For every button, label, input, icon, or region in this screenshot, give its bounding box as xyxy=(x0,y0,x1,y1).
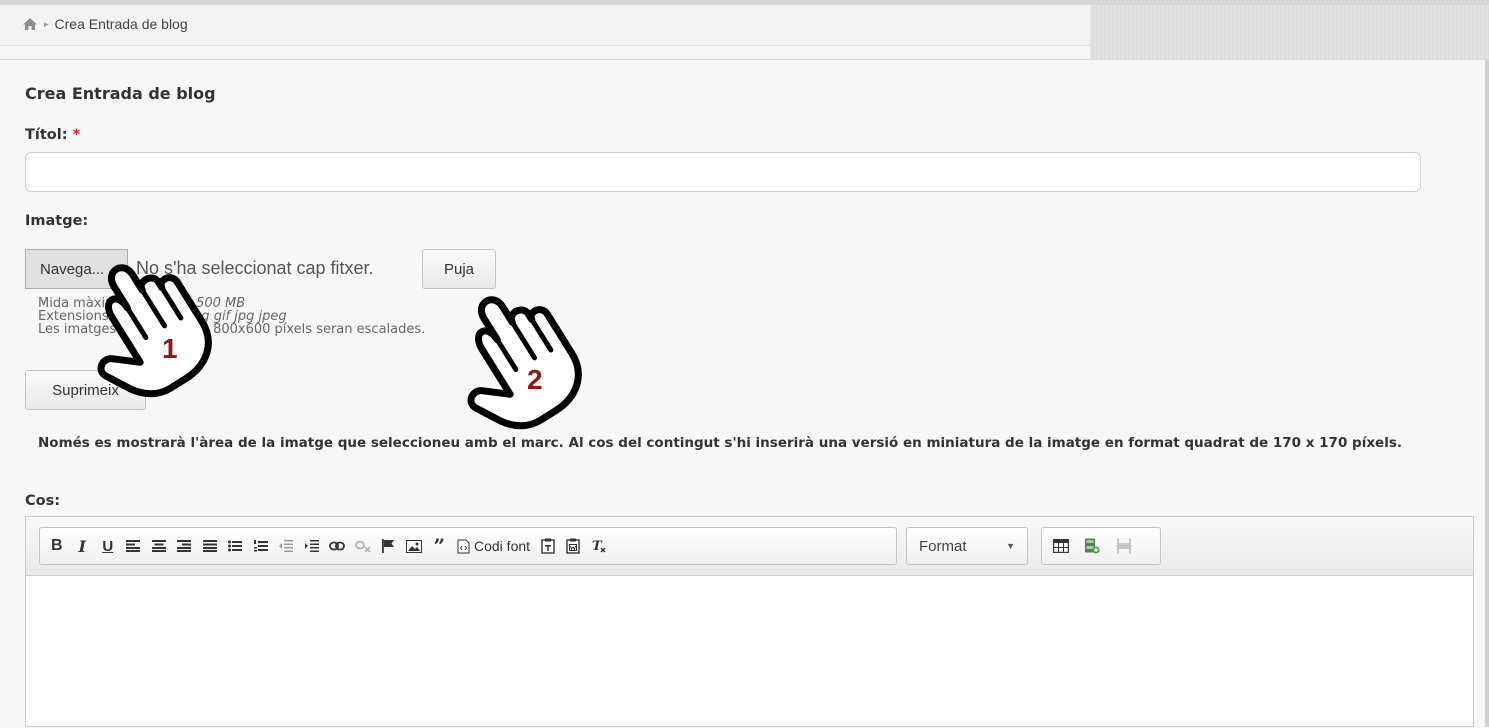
page-title: Crea Entrada de blog xyxy=(25,84,216,103)
hand-2-number: 2 xyxy=(527,364,543,395)
toolbar-insert-group xyxy=(1041,527,1161,565)
editor-body[interactable] xyxy=(26,576,1473,728)
rich-text-editor: B I U ” Codi font T Format ▼ xyxy=(25,516,1474,727)
editor-toolbar: B I U ” Codi font T Format ▼ xyxy=(26,517,1473,576)
page-break-icon[interactable] xyxy=(1111,531,1137,561)
paste-word-icon[interactable] xyxy=(561,531,587,561)
paste-text-icon[interactable] xyxy=(535,531,561,561)
align-right-icon[interactable] xyxy=(172,531,198,561)
anchor-flag-icon[interactable] xyxy=(376,531,402,561)
format-label: Format xyxy=(919,537,967,555)
table-icon[interactable] xyxy=(1048,531,1074,561)
breadcrumb: ▸ Crea Entrada de blog xyxy=(22,16,188,32)
pointing-hand-icon xyxy=(97,264,212,398)
link-icon[interactable] xyxy=(325,531,351,561)
toolbar-main-group: B I U ” Codi font T xyxy=(39,527,897,565)
outdent-icon[interactable] xyxy=(274,531,300,561)
required-mark: * xyxy=(72,127,81,143)
bulleted-list-icon[interactable] xyxy=(223,531,249,561)
body-label: Cos: xyxy=(25,493,61,509)
breadcrumb-current: Crea Entrada de blog xyxy=(54,16,188,32)
page-edge xyxy=(1485,60,1489,727)
source-label: Codi font xyxy=(474,538,531,554)
italic-icon[interactable]: I xyxy=(70,531,96,561)
numbered-list-icon[interactable] xyxy=(248,531,274,561)
header-divider xyxy=(0,59,1489,60)
home-icon[interactable] xyxy=(22,17,38,31)
pointing-hand-icon xyxy=(467,296,582,430)
header-background xyxy=(1090,5,1489,59)
remove-format-icon[interactable]: T xyxy=(586,531,612,561)
crop-notice: Només es mostrarà l'àrea de la imatge qu… xyxy=(38,435,1402,451)
title-input[interactable] xyxy=(25,152,1421,192)
title-label-text: Títol: xyxy=(25,127,68,143)
format-dropdown[interactable]: Format ▼ xyxy=(906,527,1028,565)
bold-icon[interactable]: B xyxy=(44,531,70,561)
indent-icon[interactable] xyxy=(299,531,325,561)
hand-1-number: 1 xyxy=(162,333,178,364)
justify-icon[interactable] xyxy=(197,531,223,561)
image-icon[interactable] xyxy=(401,531,427,561)
title-label: Títol: * xyxy=(25,127,80,143)
breadcrumb-bar: ▸ Crea Entrada de blog xyxy=(0,5,1090,46)
source-icon xyxy=(457,539,470,553)
align-left-icon[interactable] xyxy=(121,531,147,561)
unlink-icon[interactable] xyxy=(350,531,376,561)
align-center-icon[interactable] xyxy=(146,531,172,561)
image-label: Imatge: xyxy=(25,213,89,229)
blockquote-icon[interactable]: ” xyxy=(427,531,453,561)
media-icon[interactable] xyxy=(1080,531,1106,561)
breadcrumb-separator: ▸ xyxy=(44,18,49,29)
chevron-down-icon: ▼ xyxy=(1006,541,1015,551)
source-button[interactable]: Codi font xyxy=(452,531,535,561)
underline-icon[interactable]: U xyxy=(95,531,121,561)
